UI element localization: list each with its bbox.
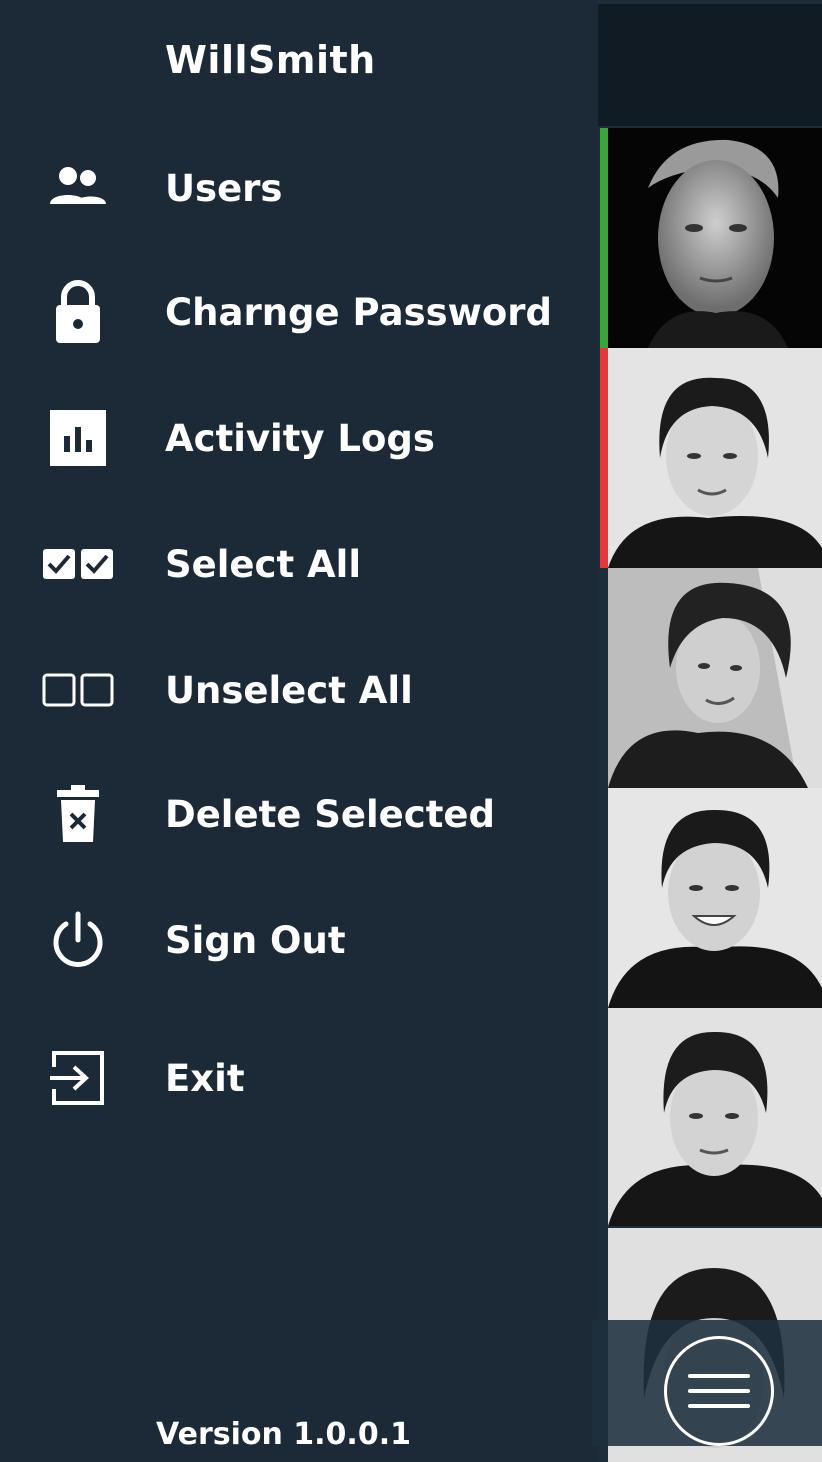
portrait-image [608, 1008, 822, 1226]
menu-item-label: Delete Selected [165, 792, 495, 836]
status-indicator-red [600, 348, 608, 568]
menu-item-label: Users [165, 166, 283, 210]
hamburger-menu-icon [688, 1374, 750, 1378]
photo-tile[interactable] [608, 788, 822, 1008]
menu-item-exit[interactable]: Exit [0, 1033, 598, 1123]
menu-item-label: Unselect All [165, 668, 413, 712]
power-icon [38, 905, 118, 975]
checkboxes-checked-icon [38, 529, 118, 599]
menu-item-sign-out[interactable]: Sign Out [0, 895, 598, 985]
exit-icon [38, 1043, 118, 1113]
menu-item-users[interactable]: Users [0, 143, 598, 233]
portrait-image [608, 568, 822, 788]
menu-item-label: Charnge Password [165, 290, 552, 334]
version-label: Version 1.0.0.1 [156, 1417, 411, 1452]
users-icon [38, 153, 118, 223]
portrait-image [608, 128, 822, 348]
photo-gallery [592, 0, 822, 1462]
menu-item-select-all[interactable]: Select All [0, 519, 598, 609]
portrait-image [608, 788, 822, 1008]
hamburger-menu-icon [688, 1389, 750, 1393]
hamburger-menu-button[interactable] [664, 1336, 774, 1446]
menu-item-label: Activity Logs [165, 416, 435, 460]
hamburger-menu-icon [688, 1404, 750, 1408]
lock-icon [38, 277, 118, 347]
navigation-drawer: WillSmith Users Charnge Password Activit… [0, 0, 598, 1462]
checkboxes-empty-icon [38, 655, 118, 725]
photo-tile[interactable] [608, 348, 822, 568]
menu-item-label: Sign Out [165, 918, 346, 962]
menu-item-change-password[interactable]: Charnge Password [0, 267, 598, 357]
photo-tile[interactable] [608, 128, 822, 348]
menu-item-label: Select All [165, 542, 362, 586]
username-label: WillSmith [165, 38, 376, 82]
gallery-header [598, 4, 822, 126]
bar-chart-icon [38, 403, 118, 473]
photo-tile[interactable] [608, 568, 822, 788]
menu-item-unselect-all[interactable]: Unselect All [0, 645, 598, 735]
menu-item-label: Exit [165, 1056, 245, 1100]
menu-item-delete-selected[interactable]: Delete Selected [0, 769, 598, 859]
portrait-image [608, 348, 822, 568]
trash-icon [38, 779, 118, 849]
status-indicator-green [600, 128, 608, 348]
photo-tile[interactable] [608, 1008, 822, 1226]
menu-item-activity-logs[interactable]: Activity Logs [0, 393, 598, 483]
